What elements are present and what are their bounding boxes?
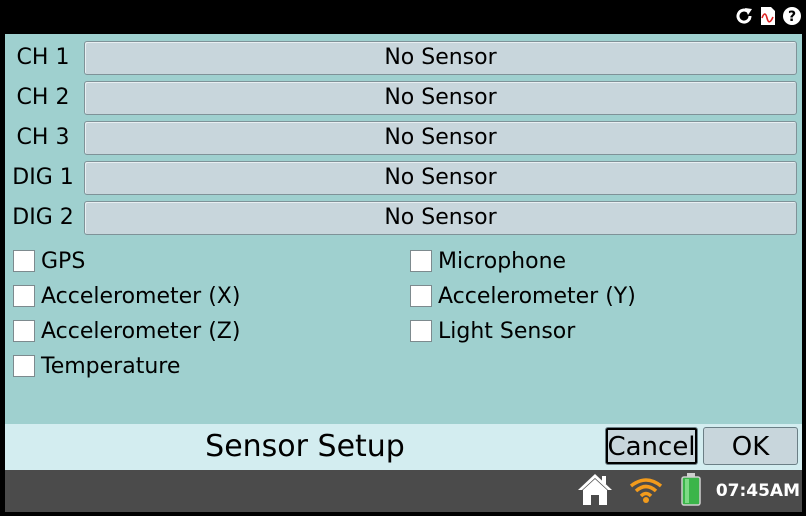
channel-row-ch2: CH 2 No Sensor xyxy=(5,80,802,116)
checkbox-box[interactable] xyxy=(410,320,432,342)
channel-sensor-button[interactable]: No Sensor xyxy=(84,121,797,155)
dialog-title: Sensor Setup xyxy=(205,429,405,464)
checkbox-box[interactable] xyxy=(13,355,35,377)
checkbox-box[interactable] xyxy=(410,285,432,307)
channel-label: CH 2 xyxy=(16,85,70,110)
home-icon[interactable] xyxy=(576,471,614,511)
checkbox-microphone[interactable]: Microphone xyxy=(410,247,566,275)
checkbox-label: GPS xyxy=(41,248,86,274)
checkbox-light-sensor[interactable]: Light Sensor xyxy=(410,317,575,345)
checkbox-box[interactable] xyxy=(410,250,432,272)
checkbox-label: Microphone xyxy=(438,248,567,274)
top-icons: ? xyxy=(734,6,802,26)
checkbox-accelerometer-y[interactable]: Accelerometer (Y) xyxy=(410,282,636,310)
sensor-setup-panel: CH 1 No Sensor CH 2 No Sensor CH 3 No Se… xyxy=(5,34,802,470)
channel-label: DIG 1 xyxy=(12,165,74,190)
clock: 07:45AM xyxy=(715,481,800,501)
channel-row-ch1: CH 1 No Sensor xyxy=(5,40,802,76)
channel-label: CH 3 xyxy=(16,125,70,150)
checkbox-label: Light Sensor xyxy=(438,318,576,344)
dialog-footer: Sensor Setup Cancel OK xyxy=(5,424,802,470)
channel-label: DIG 2 xyxy=(12,205,74,230)
channel-sensor-button[interactable]: No Sensor xyxy=(84,201,797,235)
checkbox-label: Accelerometer (Y) xyxy=(438,283,636,309)
channel-row-dig2: DIG 2 No Sensor xyxy=(5,200,802,236)
status-bar: 07:45AM xyxy=(5,470,802,512)
checkbox-label: Accelerometer (X) xyxy=(41,283,241,309)
channel-sensor-button[interactable]: No Sensor xyxy=(84,81,797,115)
checkbox-box[interactable] xyxy=(13,285,35,307)
checkbox-box[interactable] xyxy=(13,320,35,342)
channel-label: CH 1 xyxy=(16,45,70,70)
checkbox-label: Accelerometer (Z) xyxy=(41,318,241,344)
channel-sensor-button[interactable]: No Sensor xyxy=(84,41,797,75)
status-icons: 07:45AM xyxy=(576,470,802,512)
help-icon[interactable]: ? xyxy=(782,6,802,26)
channel-sensor-button[interactable]: No Sensor xyxy=(84,161,797,195)
checkbox-label: Temperature xyxy=(41,353,181,379)
checkbox-temperature[interactable]: Temperature xyxy=(13,352,180,380)
checkbox-box[interactable] xyxy=(13,250,35,272)
battery-icon xyxy=(680,472,702,510)
checkbox-accelerometer-z[interactable]: Accelerometer (Z) xyxy=(13,317,240,345)
channel-row-dig1: DIG 1 No Sensor xyxy=(5,160,802,196)
cancel-button[interactable]: Cancel xyxy=(605,427,698,465)
checkbox-gps[interactable]: GPS xyxy=(13,247,85,275)
top-bar: ? xyxy=(0,0,806,34)
refresh-icon[interactable] xyxy=(734,6,754,26)
svg-text:?: ? xyxy=(788,9,796,25)
wifi-icon xyxy=(628,474,664,508)
channel-row-ch3: CH 3 No Sensor xyxy=(5,120,802,156)
graph-file-icon[interactable] xyxy=(758,6,778,26)
ok-button[interactable]: OK xyxy=(703,427,798,465)
checkbox-accelerometer-x[interactable]: Accelerometer (X) xyxy=(13,282,240,310)
